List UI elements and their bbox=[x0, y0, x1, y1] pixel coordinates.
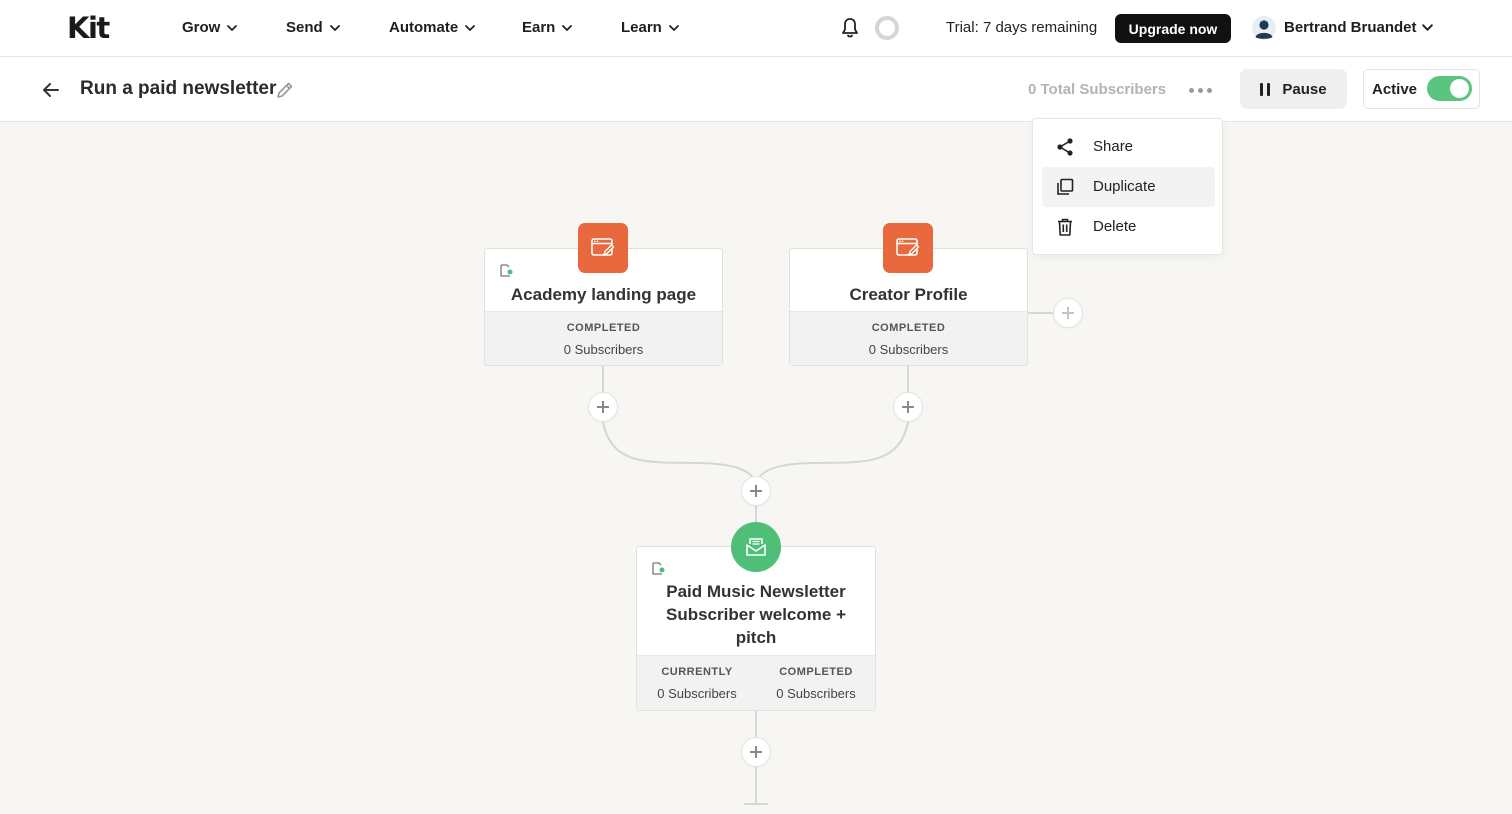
chevron-down-icon bbox=[465, 25, 476, 31]
add-step-button[interactable] bbox=[893, 392, 923, 422]
form-status-icon bbox=[500, 264, 513, 277]
avatar[interactable] bbox=[1252, 16, 1276, 40]
dot-icon bbox=[1206, 87, 1212, 93]
email-sequence-icon bbox=[731, 522, 781, 572]
menu-item-label: Share bbox=[1093, 138, 1134, 155]
pencil-icon[interactable] bbox=[275, 80, 295, 100]
nav-automate[interactable]: Automate bbox=[389, 18, 476, 38]
pause-button[interactable]: Pause bbox=[1240, 69, 1347, 109]
active-status: Active bbox=[1363, 69, 1480, 109]
trash-icon bbox=[1058, 218, 1072, 236]
nav-grow-label: Grow bbox=[182, 19, 221, 36]
form-icon bbox=[578, 223, 628, 273]
stat-value: 0 Subscribers bbox=[776, 686, 856, 701]
stat-completed: COMPLETED 0 Subscribers bbox=[485, 321, 722, 358]
page-title: Run a paid newsletter bbox=[80, 78, 277, 99]
chevron-down-icon bbox=[668, 25, 679, 31]
stat-value: 0 Subscribers bbox=[657, 686, 737, 701]
add-step-button[interactable] bbox=[741, 737, 771, 767]
bell-icon[interactable] bbox=[840, 17, 860, 39]
pause-icon bbox=[1260, 82, 1271, 96]
dot-icon bbox=[1188, 87, 1194, 93]
menu-item-label: Delete bbox=[1093, 218, 1137, 235]
share-icon bbox=[1057, 138, 1073, 156]
stat-value: 0 Subscribers bbox=[868, 342, 949, 357]
add-entry-button[interactable] bbox=[1053, 298, 1083, 328]
form-icon bbox=[883, 223, 933, 273]
sequence-name-line-1: Paid Music Newsletter bbox=[666, 582, 846, 601]
active-toggle[interactable] bbox=[1427, 76, 1472, 101]
add-step-button[interactable] bbox=[741, 476, 771, 506]
user-name[interactable]: Bertrand Bruandet bbox=[1284, 19, 1417, 37]
nav-learn-label: Learn bbox=[621, 19, 662, 36]
stat-label: COMPLETED bbox=[871, 322, 946, 334]
active-label: Active bbox=[1372, 81, 1418, 98]
entry-stats: COMPLETED 0 Subscribers bbox=[790, 311, 1027, 365]
duplicate-icon bbox=[1057, 178, 1074, 195]
sequence-stats: CURRENTLY 0 Subscribers COMPLETED 0 Subs… bbox=[637, 655, 875, 710]
menu-item-share[interactable]: Share bbox=[1042, 127, 1215, 167]
top-navigation: Kit Grow Send Automate Earn Learn Trial:… bbox=[0, 0, 1512, 57]
back-arrow-icon[interactable] bbox=[41, 80, 61, 100]
nav-earn-label: Earn bbox=[522, 19, 556, 36]
pause-label: Pause bbox=[1282, 80, 1327, 98]
trial-status: Trial: 7 days remaining bbox=[946, 19, 1098, 36]
entry-stats: COMPLETED 0 Subscribers bbox=[485, 311, 722, 365]
stat-value: 0 Subscribers bbox=[563, 342, 644, 357]
automation-header: Run a paid newsletter 0 Total Subscriber… bbox=[0, 57, 1512, 122]
nav-learn[interactable]: Learn bbox=[621, 18, 680, 38]
stat-label: CURRENTLY bbox=[661, 666, 733, 678]
nav-automate-label: Automate bbox=[389, 19, 459, 36]
chevron-down-icon bbox=[329, 25, 340, 31]
more-options-menu: Share Duplicate Delete bbox=[1032, 118, 1223, 255]
entry-name: Creator Profile bbox=[849, 285, 968, 304]
toggle-knob bbox=[1450, 79, 1469, 98]
menu-item-duplicate[interactable]: Duplicate bbox=[1042, 167, 1215, 207]
nav-earn[interactable]: Earn bbox=[522, 18, 573, 38]
automation-canvas[interactable]: Academy landing page COMPLETED 0 Subscri… bbox=[0, 122, 1512, 814]
chevron-down-icon[interactable] bbox=[1421, 21, 1434, 34]
menu-item-delete[interactable]: Delete bbox=[1042, 207, 1215, 247]
menu-item-label: Duplicate bbox=[1093, 178, 1156, 195]
more-options-button[interactable] bbox=[1184, 84, 1216, 96]
stat-completed: COMPLETED 0 Subscribers bbox=[757, 665, 875, 702]
dot-icon bbox=[1197, 87, 1203, 93]
sequence-status-icon bbox=[652, 562, 665, 575]
upgrade-button[interactable]: Upgrade now bbox=[1115, 14, 1231, 43]
sequence-name-line-2: Subscriber welcome + bbox=[666, 605, 846, 624]
stat-label: COMPLETED bbox=[779, 666, 853, 678]
nav-send-label: Send bbox=[286, 19, 323, 36]
nav-grow[interactable]: Grow bbox=[182, 18, 238, 38]
entry-name: Academy landing page bbox=[510, 285, 697, 304]
nav-send[interactable]: Send bbox=[286, 18, 341, 38]
stat-label: COMPLETED bbox=[566, 322, 641, 334]
add-step-button[interactable] bbox=[588, 392, 618, 422]
chevron-down-icon bbox=[562, 25, 573, 31]
progress-ring-icon[interactable] bbox=[875, 16, 899, 40]
kit-logo[interactable]: Kit bbox=[67, 13, 110, 43]
stat-completed: COMPLETED 0 Subscribers bbox=[790, 321, 1027, 358]
sequence-name-line-3: pitch bbox=[735, 628, 777, 647]
stat-currently: CURRENTLY 0 Subscribers bbox=[637, 665, 757, 702]
chevron-down-icon bbox=[227, 25, 238, 31]
total-subscribers: 0 Total Subscribers bbox=[1028, 81, 1167, 98]
